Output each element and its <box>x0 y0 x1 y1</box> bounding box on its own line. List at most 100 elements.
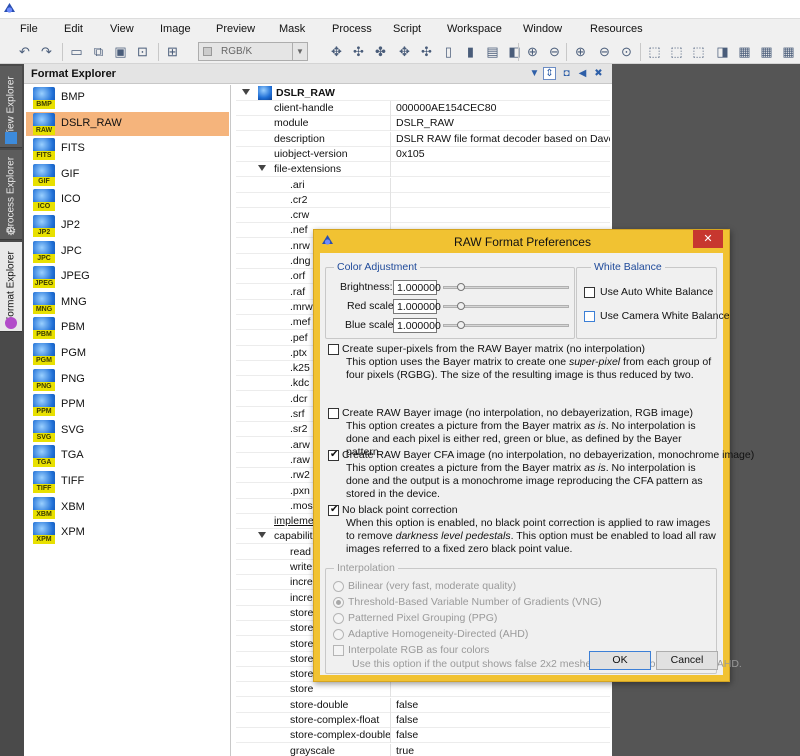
red-channel-icon[interactable]: ▦ <box>736 43 753 60</box>
menu-process[interactable]: Process <box>332 23 372 35</box>
crop-icon[interactable]: ⊡ <box>134 43 151 60</box>
rgb-icon[interactable]: ◨ <box>714 43 731 60</box>
mask-icon[interactable]: ◧ <box>506 43 523 60</box>
format-item-bmp[interactable]: BMP BMP <box>26 86 229 110</box>
menu-window[interactable]: Window <box>523 23 562 35</box>
property-row[interactable]: file-extensions <box>236 162 610 178</box>
property-row[interactable]: store-complex-float false <box>236 713 610 728</box>
menu-script[interactable]: Script <box>393 23 421 35</box>
bilinear-radio[interactable] <box>333 581 344 592</box>
format-item-dslr-raw[interactable]: RAW DSLR_RAW <box>26 111 229 136</box>
format-item-jpc[interactable]: JPC JPC <box>26 240 229 264</box>
expand-arrow-icon[interactable] <box>258 532 266 539</box>
format-item-xpm[interactable]: XPM XPM <box>26 521 229 545</box>
property-row[interactable]: grayscale true <box>236 743 610 756</box>
auto-white-balance-checkbox[interactable] <box>584 287 595 298</box>
select-rect-icon[interactable]: ⬚ <box>690 43 707 60</box>
property-row[interactable]: .cr2 <box>236 192 610 208</box>
ok-button[interactable]: OK <box>589 651 651 670</box>
format-item-jpeg[interactable]: JPEG JPEG <box>26 265 229 289</box>
ahd-radio[interactable] <box>333 629 344 640</box>
menu-workspace[interactable]: Workspace <box>447 23 502 35</box>
menu-mask[interactable]: Mask <box>279 23 305 35</box>
super-pixels-checkbox[interactable] <box>328 344 339 355</box>
format-item-tiff[interactable]: TIFF TIFF <box>26 470 229 494</box>
brightness-input[interactable]: 1.000000 <box>393 280 441 295</box>
blue-scale-input[interactable]: 1.000000 <box>393 318 441 333</box>
page-icon[interactable]: ▯ <box>440 43 457 60</box>
zoom-in-tool-icon[interactable]: ✤ <box>372 43 389 60</box>
raw-bayer-rgb-checkbox[interactable] <box>328 408 339 419</box>
readout-icon[interactable]: ▤ <box>484 43 501 60</box>
property-row[interactable]: client-handle 000000AE154CEC80 <box>236 101 610 116</box>
new-window-icon[interactable]: ⊞ <box>164 43 181 60</box>
property-row[interactable]: module DSLR_RAW <box>236 116 610 132</box>
format-item-mng[interactable]: MNG MNG <box>26 291 229 315</box>
property-row[interactable]: .ari <box>236 177 610 193</box>
close-icon[interactable]: ✕ <box>693 230 723 248</box>
menu-image[interactable]: Image <box>160 23 191 35</box>
select-icon[interactable]: ⬚ <box>646 43 663 60</box>
property-row[interactable]: description DSLR RAW file format decoder … <box>236 131 610 147</box>
expand-arrow-icon[interactable] <box>242 89 250 95</box>
preview-icon[interactable]: ▮ <box>462 43 479 60</box>
new-image-icon[interactable]: ▭ <box>68 43 85 60</box>
cancel-button[interactable]: Cancel <box>656 651 718 670</box>
panel-close-icon[interactable]: ✖ <box>592 67 605 80</box>
tab-format-explorer[interactable]: Format Explorer <box>0 242 22 332</box>
redo-icon[interactable]: ↷ <box>38 43 55 60</box>
color-space-select[interactable]: RGB/K ▼ <box>198 42 308 61</box>
property-row[interactable]: .crw <box>236 208 610 224</box>
menu-edit[interactable]: Edit <box>64 23 83 35</box>
pan-icon[interactable]: ✣ <box>350 43 367 60</box>
raw-bayer-cfa-checkbox[interactable] <box>328 449 339 461</box>
blue-channel-icon[interactable]: ▦ <box>780 43 797 60</box>
green-channel-icon[interactable]: ▦ <box>758 43 775 60</box>
menu-resources[interactable]: Resources <box>590 23 643 35</box>
vng-radio[interactable] <box>333 597 344 608</box>
camera-white-balance-checkbox[interactable] <box>584 311 595 322</box>
format-item-tga[interactable]: TGA TGA <box>26 444 229 468</box>
panel-expand-icon[interactable]: ⇕ <box>543 67 556 80</box>
format-item-ico[interactable]: ICO ICO <box>26 188 229 212</box>
format-item-pgm[interactable]: PGM PGM <box>26 342 229 366</box>
panel-float-icon[interactable]: ◘ <box>560 67 573 80</box>
no-black-point-checkbox[interactable] <box>328 504 339 516</box>
duplicate-icon[interactable]: ⧉ <box>90 43 107 60</box>
fit-icon[interactable]: ✥ <box>396 43 413 60</box>
format-item-jp2[interactable]: JP2 JP2 <box>26 214 229 238</box>
format-item-fits[interactable]: FITS FITS <box>26 137 229 161</box>
format-item-pbm[interactable]: PBM PBM <box>26 316 229 340</box>
expand-arrow-icon[interactable] <box>258 165 266 172</box>
center-icon[interactable]: ✣ <box>418 43 435 60</box>
red-scale-input[interactable]: 1.000000 <box>393 299 441 314</box>
zoom-1-icon[interactable]: ⊕ <box>572 43 589 60</box>
blue-scale-slider-thumb[interactable] <box>457 321 465 329</box>
tree-root-row[interactable]: DSLR_RAW <box>236 86 610 101</box>
zoom-in-icon[interactable]: ⊕ <box>524 43 541 60</box>
undo-icon[interactable]: ↶ <box>16 43 33 60</box>
select-all-icon[interactable]: ⬚ <box>668 43 685 60</box>
extract-icon[interactable]: ▣ <box>112 43 129 60</box>
property-row[interactable]: store-complex-double false <box>236 728 610 744</box>
property-row[interactable]: store-double false <box>236 697 610 713</box>
zoom-out-icon[interactable]: ⊖ <box>546 43 563 60</box>
format-item-png[interactable]: PNG PNG <box>26 368 229 392</box>
zoom-fit-icon[interactable]: ⊙ <box>618 43 635 60</box>
ppg-radio[interactable] <box>333 613 344 624</box>
format-item-ppm[interactable]: PPM PPM <box>26 393 229 417</box>
format-item-svg[interactable]: SVG SVG <box>26 419 229 443</box>
brightness-slider-thumb[interactable] <box>457 283 465 291</box>
zoom-2-icon[interactable]: ⊖ <box>596 43 613 60</box>
menu-view[interactable]: View <box>110 23 134 35</box>
panel-hide-icon[interactable]: ◀ <box>576 67 589 80</box>
menu-preview[interactable]: Preview <box>216 23 255 35</box>
property-row[interactable]: uiobject-version 0x105 <box>236 146 610 162</box>
property-row[interactable]: store <box>236 682 610 698</box>
format-item-xbm[interactable]: XBM XBM <box>26 496 229 520</box>
format-item-gif[interactable]: GIF GIF <box>26 163 229 187</box>
tab-process-explorer[interactable]: Process Explorer ⚙ <box>0 150 22 240</box>
move-icon[interactable]: ✥ <box>328 43 345 60</box>
menu-file[interactable]: File <box>20 23 38 35</box>
four-colors-checkbox[interactable] <box>333 645 344 656</box>
